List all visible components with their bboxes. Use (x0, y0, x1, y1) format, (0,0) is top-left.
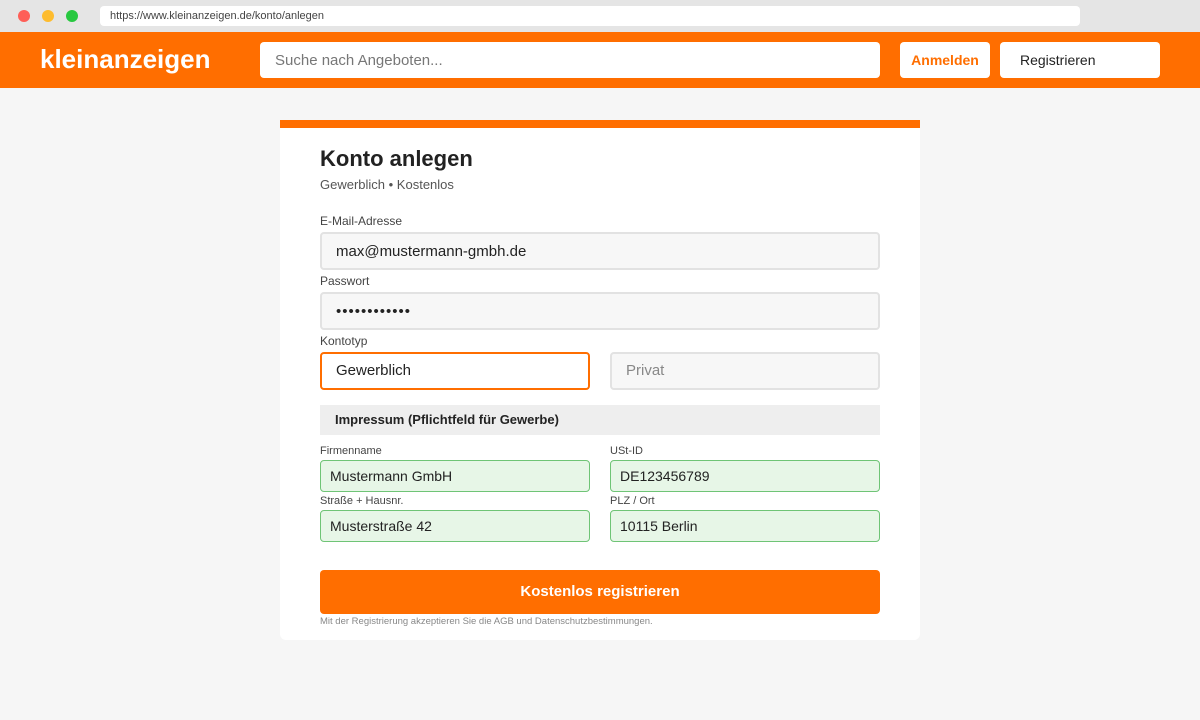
page-subtitle: Gewerblich • Kostenlos (320, 177, 454, 192)
register-button[interactable]: Registrieren (1000, 42, 1160, 78)
email-label: E-Mail-Adresse (320, 214, 403, 228)
email-field[interactable] (320, 232, 880, 270)
address-bar[interactable]: https://www.kleinanzeigen.de/konto/anleg… (100, 6, 1080, 26)
imprint-section-heading: Impressum (Pflichtfeld für Gewerbe) (320, 405, 880, 435)
login-button[interactable]: Anmelden (900, 42, 990, 78)
city-field[interactable] (610, 510, 880, 542)
site-logo[interactable]: kleinanzeigen (40, 44, 211, 74)
vat-id-field[interactable] (610, 460, 880, 492)
browser-chrome: https://www.kleinanzeigen.de/konto/anleg… (0, 0, 1200, 32)
card-accent-bar (280, 120, 920, 128)
site-header: kleinanzeigen Anmelden Registrieren (0, 32, 1200, 88)
account-type-label: Kontotyp (320, 334, 368, 348)
account-type-private-option[interactable]: Privat (610, 352, 880, 390)
legal-notice: Mit der Registrierung akzeptieren Sie di… (320, 616, 653, 627)
city-label: PLZ / Ort (610, 495, 655, 507)
password-label: Passwort (320, 274, 370, 288)
account-type-business-option[interactable]: Gewerblich (320, 352, 590, 390)
maximize-window-icon[interactable] (66, 10, 78, 22)
registration-card: Konto anlegen Gewerblich • Kostenlos E-M… (280, 120, 920, 640)
company-label: Firmenname (320, 445, 382, 457)
minimize-window-icon[interactable] (42, 10, 54, 22)
search-input[interactable] (260, 42, 880, 78)
company-field[interactable] (320, 460, 590, 492)
close-window-icon[interactable] (18, 10, 30, 22)
password-field[interactable] (320, 292, 880, 330)
vat-id-label: USt-ID (610, 445, 643, 457)
street-field[interactable] (320, 510, 590, 542)
page-title: Konto anlegen (320, 146, 473, 171)
submit-registration-button[interactable]: Kostenlos registrieren (320, 570, 880, 614)
street-label: Straße + Hausnr. (320, 495, 404, 507)
